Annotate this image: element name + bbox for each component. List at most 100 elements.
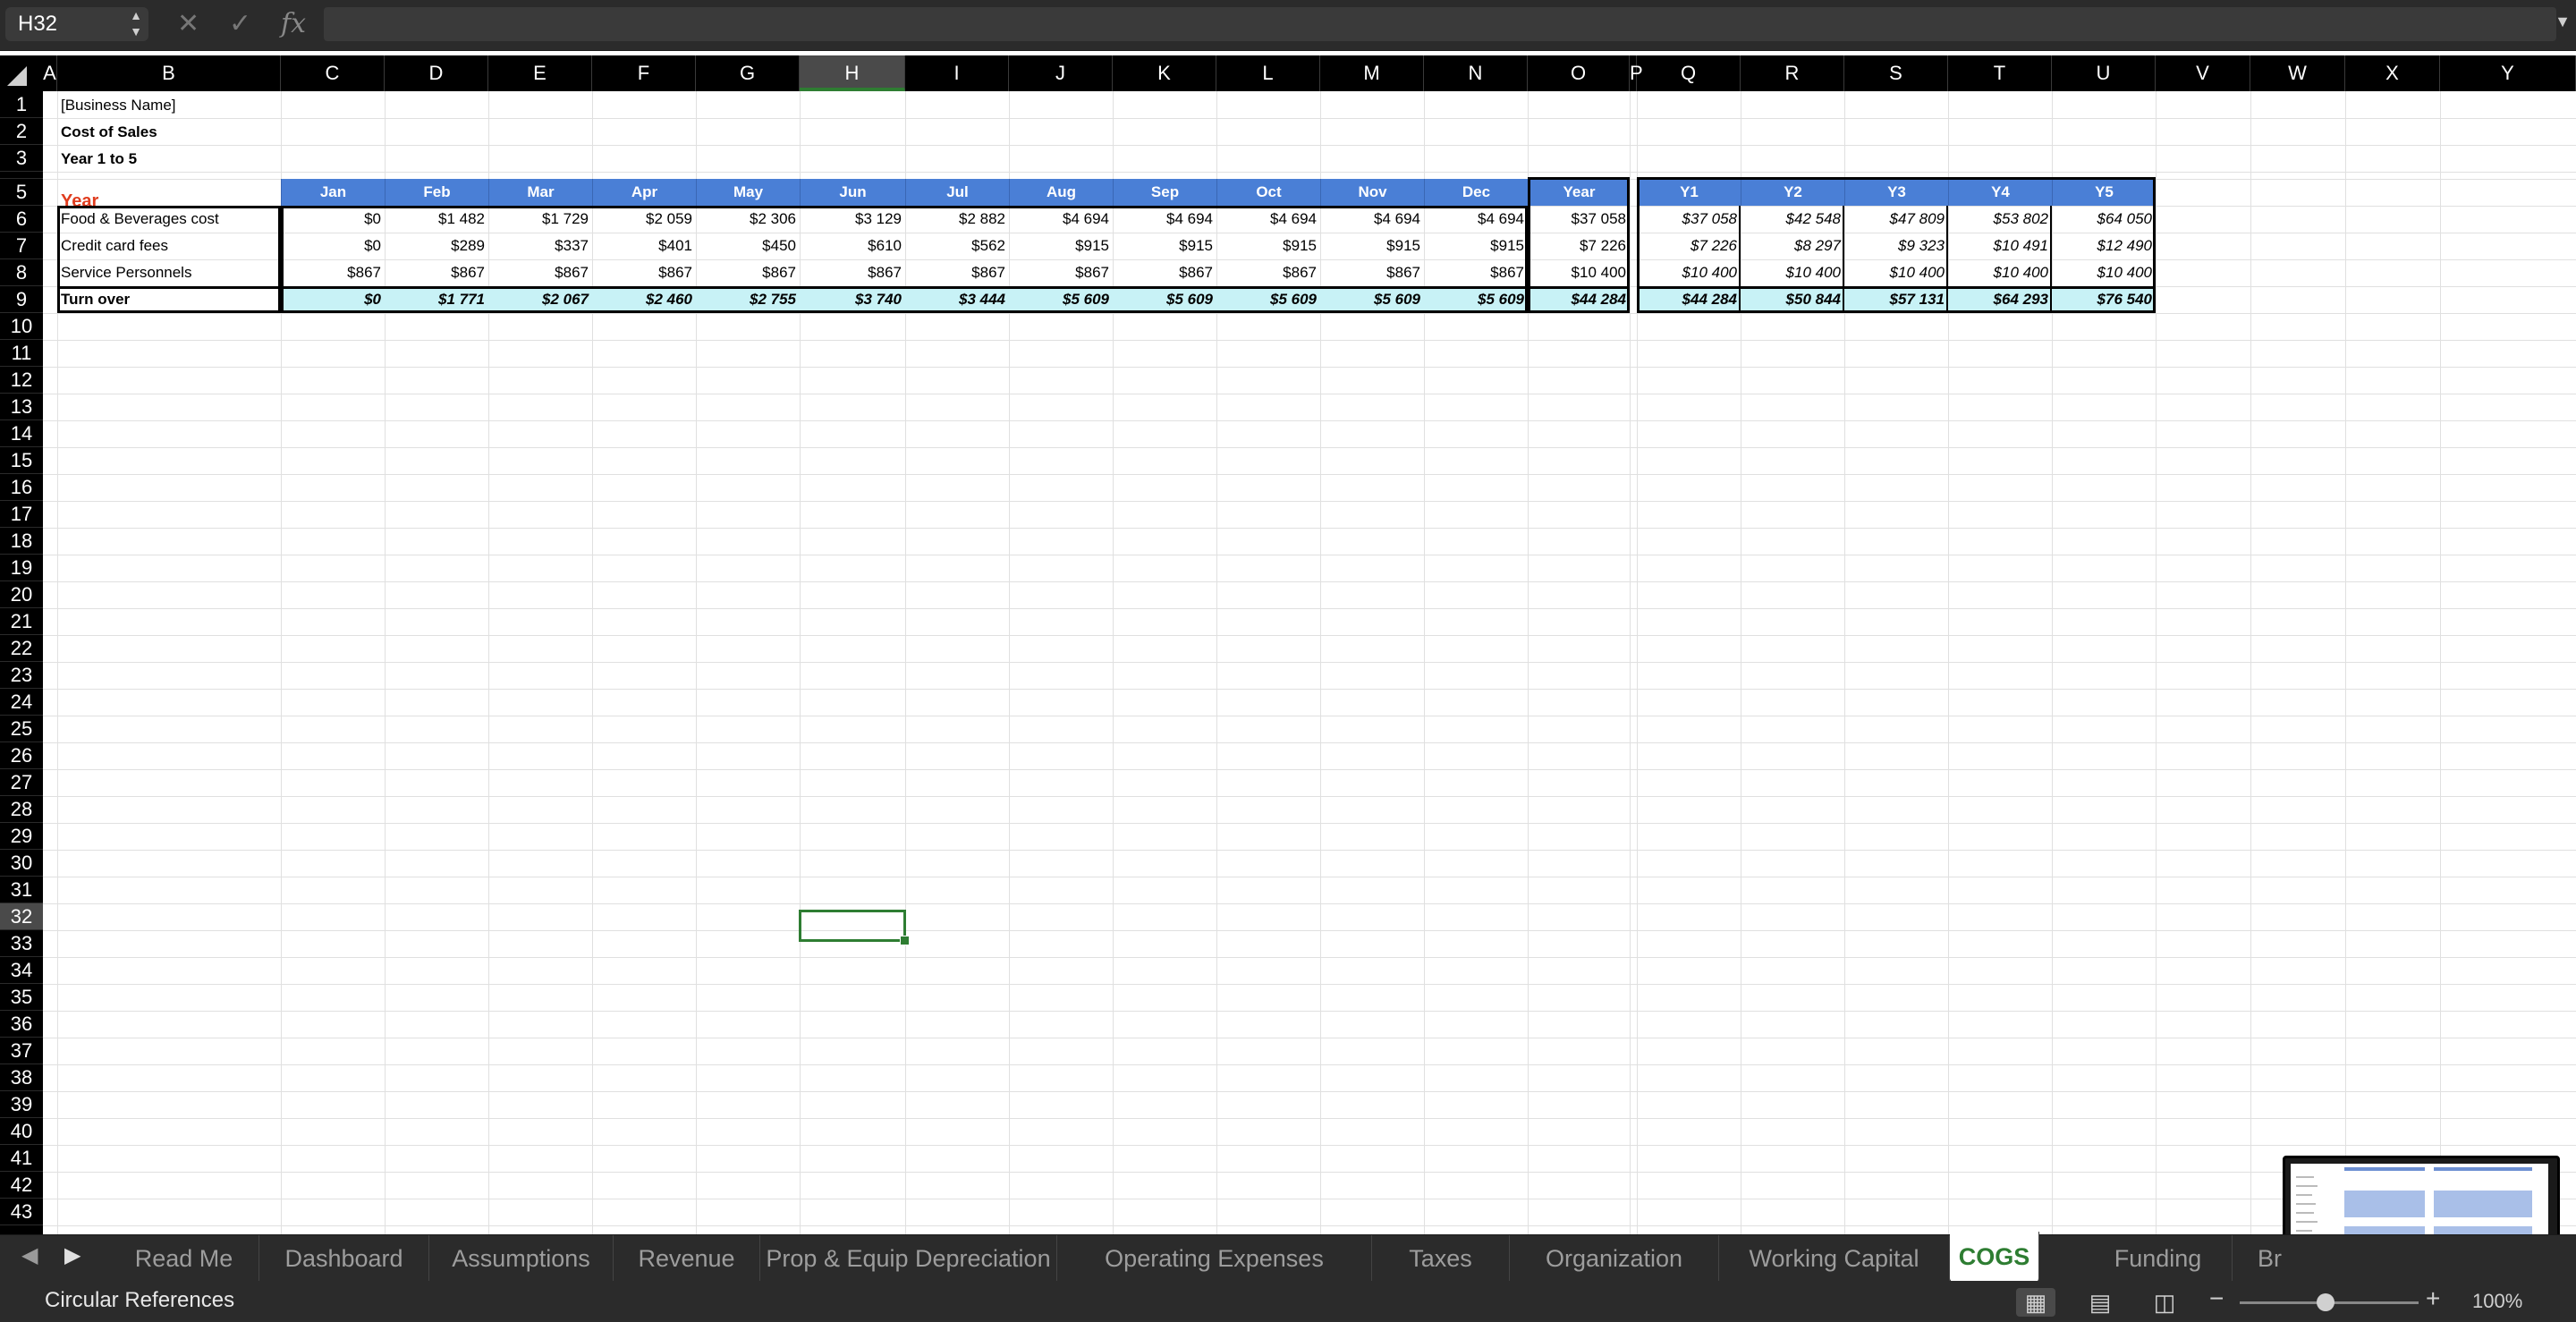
monthly-value-cell[interactable]: $867 [592,259,696,286]
sheet-tab-assumptions[interactable]: Assumptions [429,1235,614,1282]
year-header-y1[interactable]: Y1 [1637,179,1741,206]
normal-view-icon[interactable]: ▦ [2016,1288,2055,1317]
total-monthly-cell[interactable]: $5 609 [1009,286,1113,313]
column-header-d[interactable]: D [385,55,488,91]
column-header-s[interactable]: S [1844,55,1948,91]
total-monthly-cell[interactable]: $0 [281,286,385,313]
year-header-y4[interactable]: Y4 [1948,179,2052,206]
column-header-i[interactable]: I [905,55,1009,91]
sheet-tab-working-capital[interactable]: Working Capital [1719,1235,1950,1282]
monthly-value-cell[interactable]: $4 694 [1216,206,1320,233]
column-header-y[interactable]: Y [2440,55,2576,91]
monthly-value-cell[interactable]: $2 306 [696,206,800,233]
row-header-14[interactable]: 14 [0,420,43,447]
monthly-value-cell[interactable]: $867 [800,259,905,286]
column-header-q[interactable]: Q [1637,55,1741,91]
row-header-27[interactable]: 27 [0,769,43,796]
sheet-tab-organization[interactable]: Organization [1510,1235,1719,1282]
sheet-tab-revenue[interactable]: Revenue [614,1235,760,1282]
monthly-value-cell[interactable]: $915 [1009,233,1113,259]
row-header-18[interactable]: 18 [0,528,43,555]
business-name[interactable]: [Business Name] [57,93,281,120]
confirm-icon[interactable]: ✓ [229,9,251,39]
row-header-28[interactable]: 28 [0,796,43,823]
column-header-u[interactable]: U [2052,55,2156,91]
row-header-15[interactable]: 15 [0,447,43,474]
yearly-value-cell[interactable]: $47 809 [1844,206,1948,233]
row-header-23[interactable]: 23 [0,662,43,689]
row-header-13[interactable]: 13 [0,394,43,420]
sheet-tab-taxes[interactable]: Taxes [1372,1235,1510,1282]
total-yearly-cell[interactable]: $76 540 [2052,286,2156,313]
column-header-g[interactable]: G [696,55,800,91]
month-header-mar[interactable]: Mar [488,179,592,206]
total-yearly-cell[interactable]: $57 131 [1844,286,1948,313]
monthly-value-cell[interactable]: $4 694 [1320,206,1424,233]
row-label[interactable]: Service Personnels [57,259,281,286]
total-monthly-cell[interactable]: $3 740 [800,286,905,313]
year-total-cell[interactable]: $37 058 [1528,206,1630,233]
column-header-w[interactable]: W [2250,55,2345,91]
monthly-value-cell[interactable]: $915 [1320,233,1424,259]
sheet-tab-funding[interactable]: Funding [2084,1235,2233,1282]
month-header-jan[interactable]: Jan [281,179,385,206]
monthly-value-cell[interactable]: $289 [385,233,488,259]
row-header-38[interactable]: 38 [0,1064,43,1091]
monthly-value-cell[interactable]: $867 [1320,259,1424,286]
column-header-l[interactable]: L [1216,55,1320,91]
sheet-tab-prop-equip-depreciation[interactable]: Prop & Equip Depreciation [760,1235,1057,1282]
sheet-tab-cogs[interactable]: COGS [1950,1232,2039,1282]
zoom-in-button[interactable]: + [2426,1284,2440,1313]
row-label[interactable]: Food & Beverages cost [57,206,281,233]
year-header-y2[interactable]: Y2 [1741,179,1844,206]
row-header-32[interactable]: 32 [0,903,43,930]
monthly-value-cell[interactable]: $0 [281,206,385,233]
row-header-40[interactable]: 40 [0,1118,43,1145]
select-all-icon[interactable] [7,66,27,86]
row-header-5[interactable]: 5 [0,179,43,206]
month-header-may[interactable]: May [696,179,800,206]
row-header-1[interactable]: 1 [0,91,43,118]
column-header-h[interactable]: H [800,55,905,91]
column-header-v[interactable]: V [2156,55,2250,91]
month-header-jul[interactable]: Jul [905,179,1009,206]
monthly-value-cell[interactable]: $4 694 [1424,206,1528,233]
month-header-apr[interactable]: Apr [592,179,696,206]
column-header-c[interactable]: C [281,55,385,91]
monthly-value-cell[interactable]: $2 059 [592,206,696,233]
total-monthly-cell[interactable]: $5 609 [1320,286,1424,313]
monthly-value-cell[interactable]: $915 [1424,233,1528,259]
row-header-8[interactable]: 8 [0,259,43,286]
column-header-e[interactable]: E [488,55,592,91]
row-header-17[interactable]: 17 [0,501,43,528]
status-text[interactable]: Circular References [45,1288,234,1313]
tab-scroll-left-icon[interactable]: ◀ [21,1242,38,1268]
row-header-9[interactable]: 9 [0,286,43,313]
monthly-value-cell[interactable]: $867 [1424,259,1528,286]
zoom-level[interactable]: 100% [2472,1290,2522,1313]
row-header-36[interactable]: 36 [0,1011,43,1038]
row-header-33[interactable]: 33 [0,930,43,957]
zoom-out-button[interactable]: − [2209,1284,2224,1313]
fill-handle[interactable] [900,936,910,945]
sheet-title[interactable]: Cost of Sales [57,120,281,147]
year-total-cell[interactable]: $10 400 [1528,259,1630,286]
yearly-value-cell[interactable]: $10 400 [1637,259,1741,286]
total-yearly-cell[interactable]: $64 293 [1948,286,2052,313]
year-total-header[interactable]: Year [1528,179,1630,206]
row-header-19[interactable]: 19 [0,555,43,581]
sheet-tab-read-me[interactable]: Read Me [109,1235,259,1282]
yearly-value-cell[interactable]: $9 323 [1844,233,1948,259]
monthly-value-cell[interactable]: $915 [1113,233,1216,259]
month-header-jun[interactable]: Jun [800,179,905,206]
column-header-f[interactable]: F [592,55,696,91]
sheet-tab-operating-expenses[interactable]: Operating Expenses [1057,1235,1372,1282]
year-header-y3[interactable]: Y3 [1844,179,1948,206]
page-break-view-icon[interactable]: ◫ [2145,1288,2184,1317]
row-header-39[interactable]: 39 [0,1091,43,1118]
month-header-sep[interactable]: Sep [1113,179,1216,206]
yearly-value-cell[interactable]: $10 400 [1844,259,1948,286]
monthly-value-cell[interactable]: $4 694 [1009,206,1113,233]
column-header-b[interactable]: B [57,55,281,91]
yearly-value-cell[interactable]: $12 490 [2052,233,2156,259]
